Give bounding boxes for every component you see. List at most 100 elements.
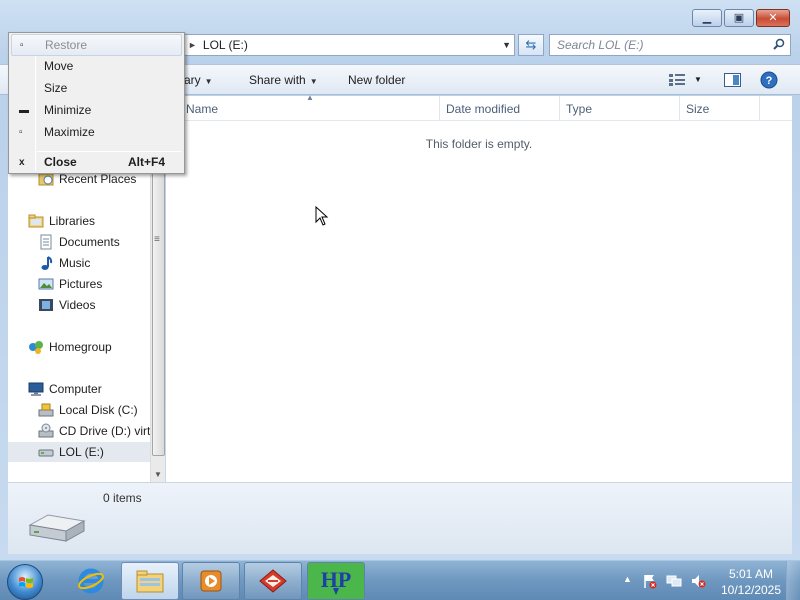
- scroll-down-icon[interactable]: ▼: [154, 470, 162, 479]
- refresh-button[interactable]: ⇆: [518, 34, 544, 56]
- nav-item-pictures[interactable]: Pictures: [38, 274, 102, 294]
- item-count: 0 items: [103, 491, 142, 505]
- breadcrumb[interactable]: LOL (E:): [203, 38, 248, 52]
- column-header-row: ▲ Name Date modified Type Size: [166, 93, 792, 121]
- nav-item-music[interactable]: Music: [38, 253, 90, 273]
- nav-item-libraries[interactable]: Libraries: [28, 211, 95, 231]
- nav-item-label: CD Drive (D:) virt: [59, 424, 151, 438]
- action-center-flag-icon[interactable]: [642, 573, 658, 589]
- nav-item-label: Homegroup: [49, 340, 112, 354]
- taskbar-app-red[interactable]: [244, 562, 302, 600]
- menu-item-move[interactable]: Move: [11, 55, 182, 77]
- nav-item-label: LOL (E:): [59, 445, 104, 459]
- menu-item-size[interactable]: Size: [11, 77, 182, 99]
- nav-item-homegroup[interactable]: Homegroup: [28, 337, 112, 357]
- column-divider[interactable]: [679, 96, 680, 121]
- share-with-label: Share with: [249, 73, 306, 87]
- nav-item-label: Pictures: [59, 277, 103, 291]
- music-icon: [38, 255, 54, 271]
- close-button[interactable]: ✕: [756, 9, 790, 27]
- nav-item-local-disk[interactable]: Local Disk (C:): [38, 400, 138, 420]
- minimize-button[interactable]: ▁: [692, 9, 722, 27]
- taskbar-windows-explorer[interactable]: [121, 562, 179, 600]
- nav-item-label: Recent Places: [59, 172, 137, 186]
- folder-icon: [136, 570, 164, 593]
- volume-muted-icon[interactable]: [690, 573, 706, 589]
- new-folder-button[interactable]: New folder: [348, 73, 405, 87]
- menu-item-label: Restore: [45, 38, 88, 52]
- computer-icon: [28, 381, 44, 397]
- file-list[interactable]: ▲ Name Date modified Type Size This fold…: [166, 93, 792, 482]
- start-button[interactable]: [7, 564, 43, 600]
- clock-time: 5:01 AM: [728, 567, 774, 581]
- videos-icon: [38, 297, 54, 313]
- taskbar-internet-explorer[interactable]: [62, 562, 120, 600]
- menu-item-label: Minimize: [44, 103, 92, 117]
- menu-item-label: Maximize: [44, 125, 95, 139]
- menu-item-label: Close: [44, 155, 77, 169]
- search-icon[interactable]: [773, 38, 785, 50]
- menu-item-restore[interactable]: ▫ Restore: [11, 34, 182, 56]
- share-with-button[interactable]: Share with ▼: [249, 73, 318, 87]
- nav-item-documents[interactable]: Documents: [38, 232, 120, 252]
- libraries-icon: [28, 213, 44, 229]
- view-options-icon[interactable]: [669, 74, 685, 86]
- menu-item-minimize[interactable]: ▬ Minimize: [11, 99, 182, 121]
- close-icon: x: [19, 156, 25, 168]
- address-bar[interactable]: ► LOL (E:) ▼: [183, 34, 515, 56]
- search-input[interactable]: Search LOL (E:): [549, 34, 791, 56]
- notification-area: ▲ 5:01 AM 10/12/2025: [618, 561, 800, 600]
- menu-item-maximize[interactable]: ▫ Maximize: [11, 121, 182, 143]
- column-divider[interactable]: [439, 96, 440, 121]
- title-bar[interactable]: ▁ ▣ ✕: [0, 0, 800, 32]
- maximize-button[interactable]: ▣: [724, 9, 754, 27]
- show-desktop-button[interactable]: [786, 561, 800, 600]
- taskbar-hp-app[interactable]: HP: [307, 562, 365, 600]
- preview-pane-icon[interactable]: [724, 73, 741, 87]
- homegroup-icon: [28, 339, 44, 355]
- nav-item-cd-drive[interactable]: CD Drive (D:) virt: [38, 421, 150, 441]
- mouse-cursor-icon: [315, 206, 329, 226]
- taskbar: HP ▲ 5:01 AM 10/12/2025: [0, 560, 800, 600]
- help-icon[interactable]: ?: [760, 71, 778, 89]
- nav-item-label: Computer: [49, 382, 102, 396]
- column-divider[interactable]: [559, 96, 560, 121]
- nav-item-label: Documents: [59, 235, 120, 249]
- refresh-icon: ⇆: [525, 37, 537, 52]
- internet-explorer-icon: [78, 568, 104, 594]
- local-disk-icon: [38, 402, 54, 418]
- nav-item-videos[interactable]: Videos: [38, 295, 95, 315]
- column-divider[interactable]: [759, 96, 760, 121]
- window-controls: ▁ ▣ ✕: [692, 9, 790, 27]
- view-dropdown-icon[interactable]: ▼: [694, 75, 702, 84]
- column-type[interactable]: Type: [566, 102, 592, 116]
- maximize-icon: ▫: [19, 126, 23, 138]
- minimize-icon: ▬: [19, 104, 29, 116]
- nav-item-lol-drive[interactable]: LOL (E:): [8, 442, 158, 462]
- column-size[interactable]: Size: [686, 102, 709, 116]
- hp-app-icon: HP: [321, 567, 351, 595]
- windows-logo-icon: [19, 577, 33, 588]
- menu-item-close[interactable]: x Close Alt+F4: [11, 151, 182, 173]
- sort-ascending-icon: ▲: [306, 93, 314, 102]
- column-name[interactable]: Name: [186, 102, 218, 116]
- grip-icon: ≡: [154, 234, 160, 245]
- svg-text:?: ?: [766, 75, 773, 87]
- breadcrumb-arrow-icon[interactable]: ►: [188, 40, 197, 50]
- close-shortcut: Alt+F4: [128, 155, 166, 169]
- clock[interactable]: 5:01 AM 10/12/2025: [716, 566, 786, 598]
- drive-large-icon: [28, 514, 86, 542]
- media-player-icon: [200, 570, 222, 592]
- nav-item-computer[interactable]: Computer: [28, 379, 102, 399]
- close-icon: ✕: [768, 11, 778, 24]
- system-menu: ▫ Restore Move Size ▬ Minimize ▫ Maximiz…: [8, 32, 185, 174]
- show-hidden-icons-icon[interactable]: ▲: [623, 574, 632, 584]
- network-icon[interactable]: [666, 573, 682, 589]
- address-dropdown-icon[interactable]: ▼: [502, 40, 511, 50]
- documents-icon: [38, 234, 54, 250]
- red-app-icon: [259, 569, 287, 593]
- column-date-modified[interactable]: Date modified: [446, 102, 520, 116]
- scrollbar-thumb[interactable]: [152, 166, 165, 456]
- nav-item-label: Videos: [59, 298, 96, 312]
- taskbar-media-player[interactable]: [182, 562, 240, 600]
